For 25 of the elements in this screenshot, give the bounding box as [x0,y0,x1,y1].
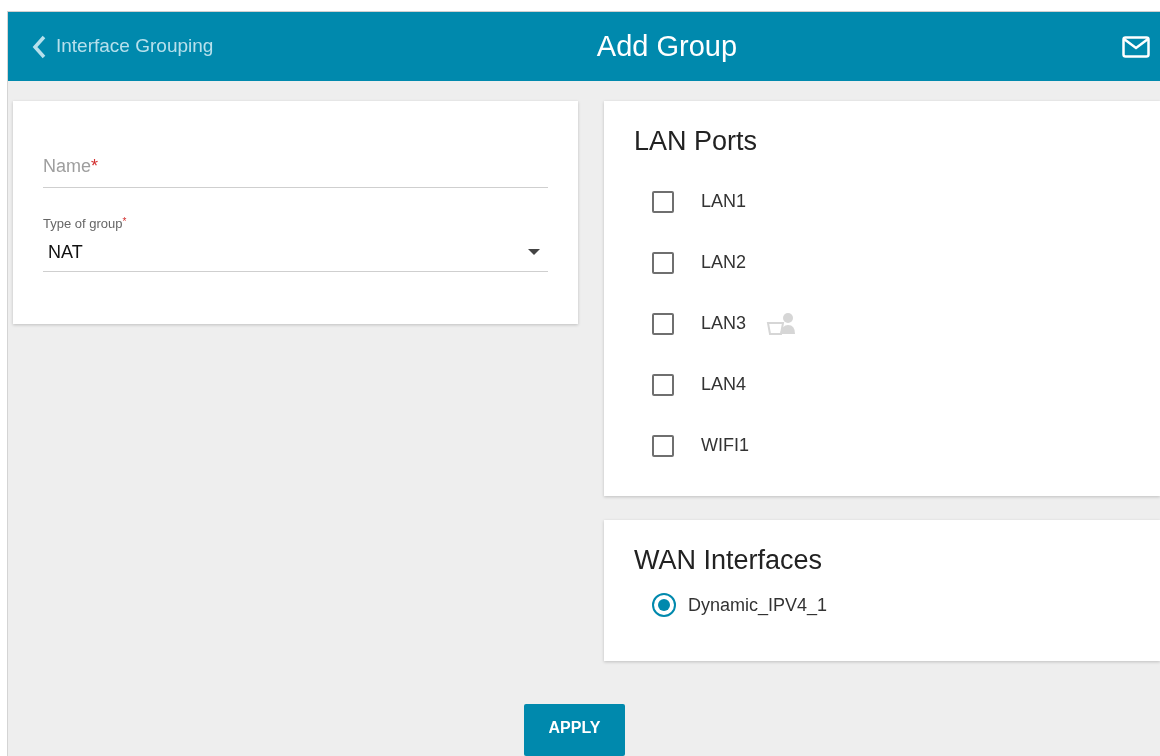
checkbox[interactable] [652,312,674,335]
checkbox[interactable] [652,373,674,396]
radio-button[interactable] [652,593,676,618]
chevron-left-icon [32,34,46,59]
type-dropdown[interactable]: NAT [43,233,548,272]
type-label: Type of group* [43,215,128,233]
port-label: WIFI1 [701,434,749,458]
mail-icon[interactable] [1122,34,1150,59]
port-label: LAN4 [701,373,747,397]
type-value: NAT [48,240,83,264]
page-title: Add Group [595,29,739,64]
apply-button[interactable]: APPLY [523,704,626,756]
caret-icon [528,249,540,255]
section-title: WAN Interfaces [634,544,824,577]
checkbox[interactable] [652,251,674,274]
interface-label: Dynamic_IPV4_1 [688,593,828,618]
back-link[interactable]: Interface Grouping [32,32,392,61]
name-placeholder: Name* [43,155,99,178]
port-label: LAN2 [701,251,747,275]
checkbox[interactable] [652,434,674,457]
port-label: LAN1 [701,190,747,214]
name-field[interactable]: Name* [43,141,548,188]
checkbox[interactable] [652,190,674,213]
port-label: LAN3 [701,312,747,336]
section-title: LAN Ports [634,125,759,158]
